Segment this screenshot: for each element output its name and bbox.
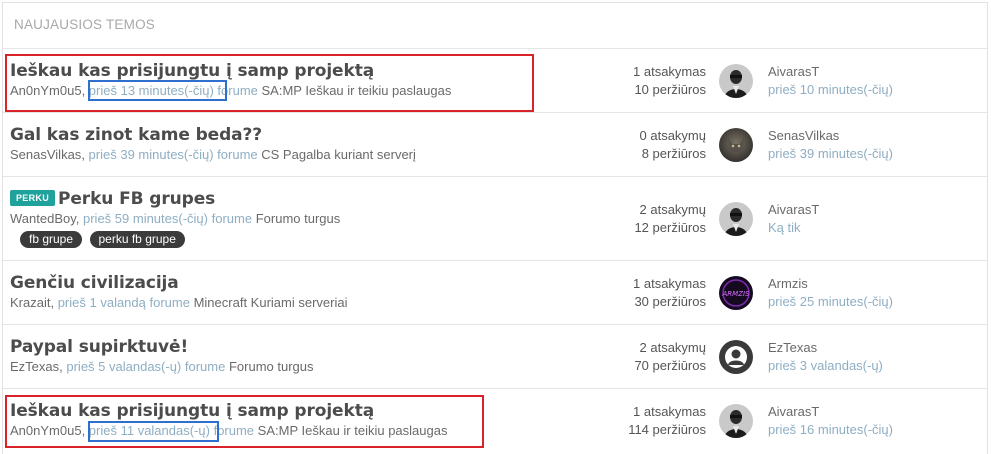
panel-title: NAUJAUSIOS TEMOS [3, 3, 987, 49]
forum-link[interactable]: Minecraft Kuriami serveriai [194, 295, 348, 310]
topic-row: Genčiu civilizacija Krazait, prieš 1 val… [3, 261, 987, 325]
topic-row: Ieškau kas prisijungtu į samp projektą A… [3, 49, 987, 113]
last-poster-link[interactable]: Armzis [768, 275, 893, 293]
forum-word: forume [217, 147, 258, 162]
forum-word: forume [184, 359, 226, 374]
topic-meta: An0nYm0u5, prieš 11 valandas(-ų) forume … [10, 423, 448, 438]
topic-meta: EzTexas, prieš 5 valandas(-ų) forume For… [10, 359, 314, 374]
topic-time-link[interactable]: prieš 59 minutes(-čių) [83, 211, 208, 226]
topic-tags: fb grupe perku fb grupe [20, 230, 340, 248]
forum-word: forume [217, 83, 258, 98]
topic-row: Ieškau kas prisijungtu į samp projektą A… [3, 389, 987, 453]
tag-chip[interactable]: fb grupe [20, 231, 83, 248]
last-poster-avatar[interactable] [719, 128, 753, 162]
topic-time-link[interactable]: prieš 5 valandas(-ų) [66, 359, 181, 374]
topic-author-link[interactable]: Krazait [10, 295, 50, 310]
topic-author-link[interactable]: WantedBoy [10, 211, 76, 226]
forum-word: forume [211, 211, 253, 226]
reply-count: 1 atsakymas [633, 64, 706, 79]
topic-time-link[interactable]: prieš 13 minutes(-čių) [89, 83, 214, 98]
forum-link[interactable]: Forumo turgus [256, 211, 341, 226]
forum-link[interactable]: CS Pagalba kuriant serverį [261, 147, 416, 162]
topic-title-link[interactable]: PERKU Perku FB grupes [10, 189, 340, 209]
topic-author-link[interactable]: EzTexas [10, 359, 59, 374]
topic-stats: 2 atsakymų 12 peržiūros [634, 201, 706, 237]
reply-count: 1 atsakymas [633, 276, 706, 291]
reply-count: 0 atsakymų [639, 128, 706, 143]
last-post-time-link[interactable]: prieš 10 minutes(-čių) [768, 81, 893, 99]
topic-title-link[interactable]: Ieškau kas prisijungtu į samp projektą [10, 61, 451, 81]
last-post-info: EzTexas prieš 3 valandas(-ų) [768, 339, 883, 375]
last-poster-avatar[interactable] [719, 340, 753, 374]
topic-meta: SenasVilkas, prieš 39 minutes(-čių) foru… [10, 147, 416, 162]
last-post-info: AivarasT prieš 10 minutes(-čių) [768, 63, 893, 99]
last-poster-link[interactable]: AivarasT [768, 201, 819, 219]
last-poster-avatar[interactable] [719, 202, 753, 236]
forum-word: forume [213, 423, 255, 438]
last-post-info: SenasVilkas prieš 39 minutes(-čių) [768, 127, 893, 163]
avatar-default-user-icon [719, 340, 753, 374]
view-count: 10 peržiūros [634, 82, 706, 97]
topic-meta: WantedBoy, prieš 59 minutes(-čių) forume… [10, 211, 341, 226]
avatar-senasvilkas-icon [719, 128, 753, 162]
reply-count: 1 atsakymas [633, 404, 706, 419]
last-post-info: AivarasT prieš 16 minutes(-čių) [768, 403, 893, 439]
topic-stats: 1 atsakymas 30 peržiūros [633, 275, 706, 311]
view-count: 70 peržiūros [634, 358, 706, 373]
topic-stats: 1 atsakymas 114 peržiūros [628, 403, 706, 439]
topic-time-link[interactable]: prieš 39 minutes(-čių) [89, 147, 214, 162]
topic-author-link[interactable]: An0nYm0u5 [10, 83, 82, 98]
last-poster-link[interactable]: EzTexas [768, 339, 883, 357]
topic-title-link[interactable]: Gal kas zinot kame beda?? [10, 125, 416, 145]
last-poster-link[interactable]: AivarasT [768, 63, 893, 81]
topic-time-link[interactable]: prieš 11 valandas(-ų) [89, 423, 210, 438]
topic-row: PERKU Perku FB grupes WantedBoy, prieš 59… [3, 177, 987, 261]
last-post-time-link[interactable]: prieš 25 minutes(-čių) [768, 293, 893, 311]
view-count: 114 peržiūros [628, 422, 706, 437]
avatar-aivarast-icon [719, 404, 753, 438]
last-post-time-link[interactable]: prieš 16 minutes(-čių) [768, 421, 893, 439]
avatar-text: ARMZIS [722, 290, 751, 298]
avatar-armzis-icon: ARMZIS [719, 276, 753, 310]
last-poster-link[interactable]: SenasVilkas [768, 127, 893, 145]
topic-title-link[interactable]: Ieškau kas prisijungtu į samp projektą [10, 401, 447, 421]
topic-stats: 0 atsakymų 8 peržiūros [640, 127, 706, 163]
reply-count: 2 atsakymų [639, 202, 706, 217]
reply-count: 2 atsakymų [639, 340, 706, 355]
topic-meta: Krazait, prieš 1 valandą forume Minecraf… [10, 295, 348, 310]
topic-author-link[interactable]: An0nYm0u5 [10, 423, 82, 438]
avatar-aivarast-icon [719, 202, 753, 236]
forum-link[interactable]: SA:MP Ieškau ir teikiu paslaugas [262, 83, 452, 98]
topic-title-text[interactable]: Perku FB grupes [58, 189, 215, 209]
topic-author-link[interactable]: SenasVilkas [10, 147, 81, 162]
topic-prefix-badge[interactable]: PERKU [10, 190, 56, 206]
topic-title-link[interactable]: Genčiu civilizacija [10, 273, 347, 293]
forum-link[interactable]: SA:MP Ieškau ir teikiu paslaugas [258, 423, 448, 438]
view-count: 8 peržiūros [641, 146, 706, 161]
topic-title-link[interactable]: Paypal supirktuvė! [10, 337, 314, 357]
topic-list: Ieškau kas prisijungtu į samp projektą A… [3, 49, 987, 453]
last-post-time-link[interactable]: prieš 3 valandas(-ų) [768, 357, 883, 375]
last-post-time-link[interactable]: Ką tik [768, 219, 819, 237]
forum-word: forume [149, 295, 190, 310]
topic-row: Gal kas zinot kame beda?? SenasVilkas, p… [3, 113, 987, 177]
last-post-info: AivarasT Ką tik [768, 201, 819, 237]
forum-link[interactable]: Forumo turgus [229, 359, 314, 374]
avatar-aivarast-icon [719, 64, 753, 98]
last-poster-link[interactable]: AivarasT [768, 403, 893, 421]
last-poster-avatar[interactable]: ARMZIS [719, 276, 753, 310]
last-post-info: Armzis prieš 25 minutes(-čių) [768, 275, 893, 311]
topic-meta: An0nYm0u5, prieš 13 minutes(-čių) forume… [10, 83, 452, 98]
topic-row: Paypal supirktuvė! EzTexas, prieš 5 vala… [3, 325, 987, 389]
last-poster-avatar[interactable] [719, 64, 753, 98]
last-poster-avatar[interactable] [719, 404, 753, 438]
view-count: 12 peržiūros [634, 220, 706, 235]
tag-chip[interactable]: perku fb grupe [89, 231, 185, 248]
latest-topics-panel: NAUJAUSIOS TEMOS Ieškau kas prisijungtu … [2, 2, 988, 454]
topic-stats: 2 atsakymų 70 peržiūros [634, 339, 706, 375]
topic-time-link[interactable]: prieš 1 valandą [58, 295, 146, 310]
last-post-time-link[interactable]: prieš 39 minutes(-čių) [768, 145, 893, 163]
topic-stats: 1 atsakymas 10 peržiūros [633, 63, 706, 99]
view-count: 30 peržiūros [634, 294, 706, 309]
